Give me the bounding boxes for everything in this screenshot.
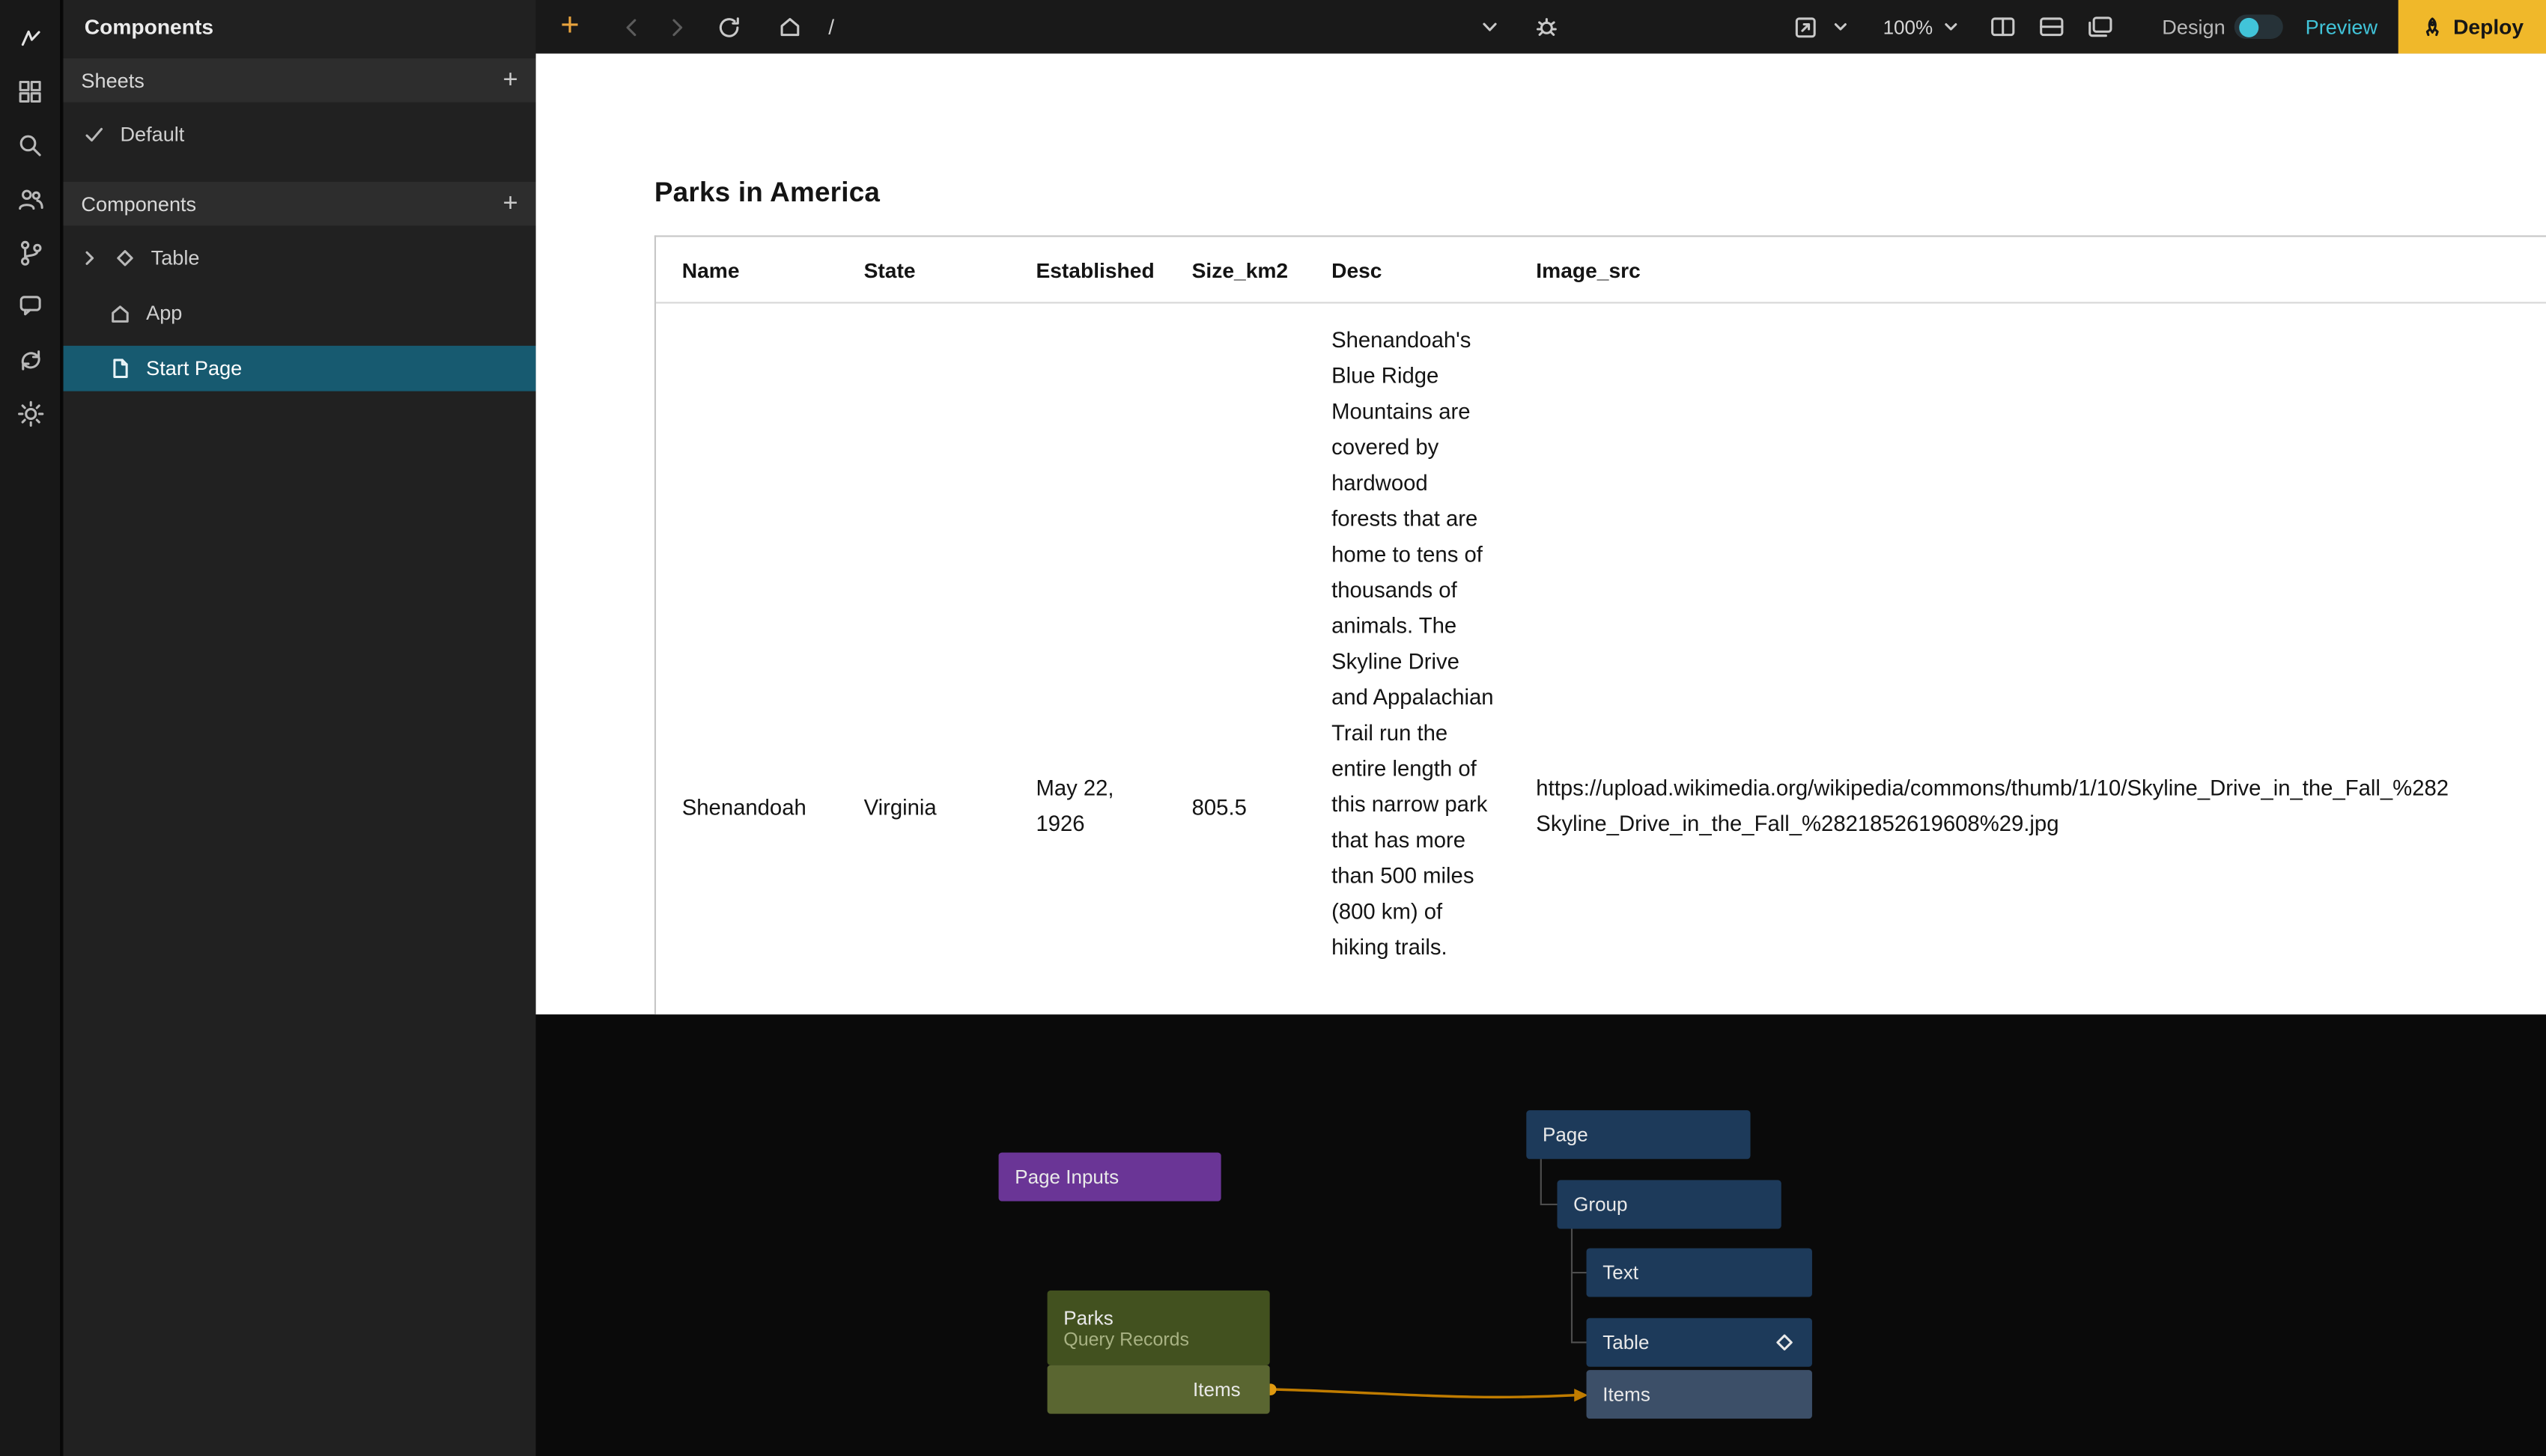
column-header: Name bbox=[656, 258, 838, 282]
node-parks-query[interactable]: Parks Query Records bbox=[1048, 1291, 1270, 1365]
zoom-chevron-icon[interactable] bbox=[1939, 0, 1961, 54]
components-section-label: Components bbox=[81, 192, 196, 215]
fit-view-chevron-icon[interactable] bbox=[1829, 0, 1851, 54]
column-header: Established bbox=[1010, 258, 1166, 282]
node-title: Parks bbox=[1063, 1306, 1114, 1328]
component-item-label: Start Page bbox=[146, 357, 242, 380]
chevron-right-icon[interactable] bbox=[79, 249, 99, 268]
sheet-item-label: Default bbox=[120, 124, 184, 146]
overlap-windows-icon[interactable] bbox=[2083, 0, 2115, 54]
git-branch-icon[interactable] bbox=[0, 225, 61, 279]
design-canvas[interactable]: Parks in America Name State Established … bbox=[536, 54, 2546, 1015]
components-panel: Components Sheets + Default Components +… bbox=[64, 0, 536, 1456]
component-item-label: App bbox=[146, 302, 182, 324]
node-label: Items bbox=[1602, 1383, 1650, 1405]
diamond-icon bbox=[114, 247, 136, 269]
add-component-icon[interactable]: + bbox=[502, 191, 517, 217]
sheets-section-header[interactable]: Sheets + bbox=[64, 58, 536, 103]
preview-mode-label[interactable]: Preview bbox=[2299, 0, 2384, 54]
app-window: Components Sheets + Default Components +… bbox=[0, 0, 2546, 1456]
split-horizontal-icon[interactable] bbox=[2035, 0, 2067, 54]
app-logo-icon[interactable] bbox=[0, 11, 61, 65]
table-row[interactable]: Shenandoah Virginia May 22, 1926 805.5 S… bbox=[656, 303, 2546, 1014]
cell-name: Shenandoah bbox=[656, 303, 838, 1014]
home-icon bbox=[109, 302, 131, 324]
chevron-down-icon[interactable] bbox=[1474, 0, 1504, 54]
sheets-section-label: Sheets bbox=[81, 69, 144, 91]
column-header: State bbox=[838, 258, 1010, 282]
nav-forward-icon[interactable] bbox=[664, 0, 690, 54]
component-item-label: Table bbox=[151, 247, 200, 269]
add-button[interactable]: + bbox=[549, 0, 591, 54]
table-header-row: Name State Established Size_km2 Desc Ima… bbox=[656, 237, 2546, 304]
image-src-line: Skyline_Drive_in_the_Fall_%2821852619608… bbox=[1536, 807, 2059, 843]
node-page[interactable]: Page bbox=[1526, 1110, 1750, 1159]
deploy-label: Deploy bbox=[2453, 15, 2524, 40]
cell-image-src: https://upload.wikimedia.org/wikipedia/c… bbox=[1510, 303, 2546, 1014]
column-header: Desc bbox=[1305, 258, 1510, 282]
node-label: Page bbox=[1543, 1124, 1588, 1146]
cell-state: Virginia bbox=[838, 303, 1010, 1014]
fit-view-icon[interactable] bbox=[1790, 0, 1822, 54]
grid-icon[interactable] bbox=[0, 65, 61, 119]
debug-icon[interactable] bbox=[1531, 0, 1561, 54]
settings-gear-icon[interactable] bbox=[0, 386, 61, 440]
node-label: Items bbox=[1193, 1378, 1241, 1401]
top-toolbar: + / 100% bbox=[536, 0, 2546, 54]
node-subtitle: Query Records bbox=[1063, 1330, 1189, 1350]
rocket-icon bbox=[2421, 16, 2443, 38]
users-icon[interactable] bbox=[0, 172, 61, 226]
cell-desc: Shenandoah's Blue Ridge Mountains are co… bbox=[1305, 303, 1510, 1014]
page-file-icon bbox=[109, 357, 131, 380]
design-preview-toggle[interactable] bbox=[2234, 0, 2283, 54]
deploy-button[interactable]: Deploy bbox=[2398, 0, 2546, 54]
components-section-header[interactable]: Components + bbox=[64, 182, 536, 226]
node-group[interactable]: Group bbox=[1557, 1180, 1781, 1228]
split-vertical-icon[interactable] bbox=[1986, 0, 2018, 54]
column-header: Size_km2 bbox=[1166, 258, 1305, 282]
component-item-start-page[interactable]: Start Page bbox=[64, 346, 536, 392]
sync-icon[interactable] bbox=[0, 333, 61, 387]
page-title[interactable]: Parks in America bbox=[654, 177, 880, 209]
path-label: / bbox=[820, 0, 842, 54]
parks-table[interactable]: Name State Established Size_km2 Desc Ima… bbox=[654, 235, 2546, 1014]
column-header: Image_src bbox=[1510, 258, 2546, 282]
node-label: Page Inputs bbox=[1015, 1166, 1119, 1188]
messages-icon[interactable] bbox=[0, 279, 61, 333]
node-label: Group bbox=[1573, 1193, 1627, 1216]
node-table-items-port[interactable]: Items bbox=[1587, 1370, 1812, 1419]
add-sheet-icon[interactable]: + bbox=[502, 67, 517, 94]
node-label: Table bbox=[1602, 1331, 1649, 1353]
design-mode-label[interactable]: Design bbox=[2160, 0, 2228, 54]
node-graph[interactable]: Page Inputs Page Group Text Table Items … bbox=[536, 1014, 2546, 1456]
panel-title: Components bbox=[64, 0, 536, 54]
node-text[interactable]: Text bbox=[1587, 1248, 1812, 1297]
toggle-track bbox=[2234, 15, 2283, 40]
node-page-inputs[interactable]: Page Inputs bbox=[999, 1153, 1221, 1201]
component-item-table[interactable]: Table bbox=[64, 235, 536, 281]
refresh-icon[interactable] bbox=[714, 0, 744, 54]
home-icon[interactable] bbox=[774, 0, 803, 54]
node-table[interactable]: Table bbox=[1587, 1318, 1812, 1367]
icon-rail bbox=[0, 0, 61, 1456]
cell-established: May 22, 1926 bbox=[1010, 303, 1166, 1014]
cell-size-km2: 805.5 bbox=[1166, 303, 1305, 1014]
diamond-icon bbox=[1773, 1331, 1796, 1353]
node-parks-items-port[interactable]: Items bbox=[1048, 1365, 1270, 1414]
nav-back-icon[interactable] bbox=[619, 0, 645, 54]
search-icon[interactable] bbox=[0, 118, 61, 172]
zoom-level[interactable]: 100% bbox=[1877, 0, 1939, 54]
sheet-item-default[interactable]: Default bbox=[64, 112, 536, 158]
image-src-line: https://upload.wikimedia.org/wikipedia/c… bbox=[1536, 771, 2449, 807]
toggle-knob bbox=[2239, 17, 2258, 37]
component-item-app[interactable]: App bbox=[64, 290, 536, 336]
check-icon bbox=[83, 124, 106, 146]
node-label: Text bbox=[1602, 1261, 1638, 1284]
graph-wires bbox=[536, 1014, 2546, 1456]
